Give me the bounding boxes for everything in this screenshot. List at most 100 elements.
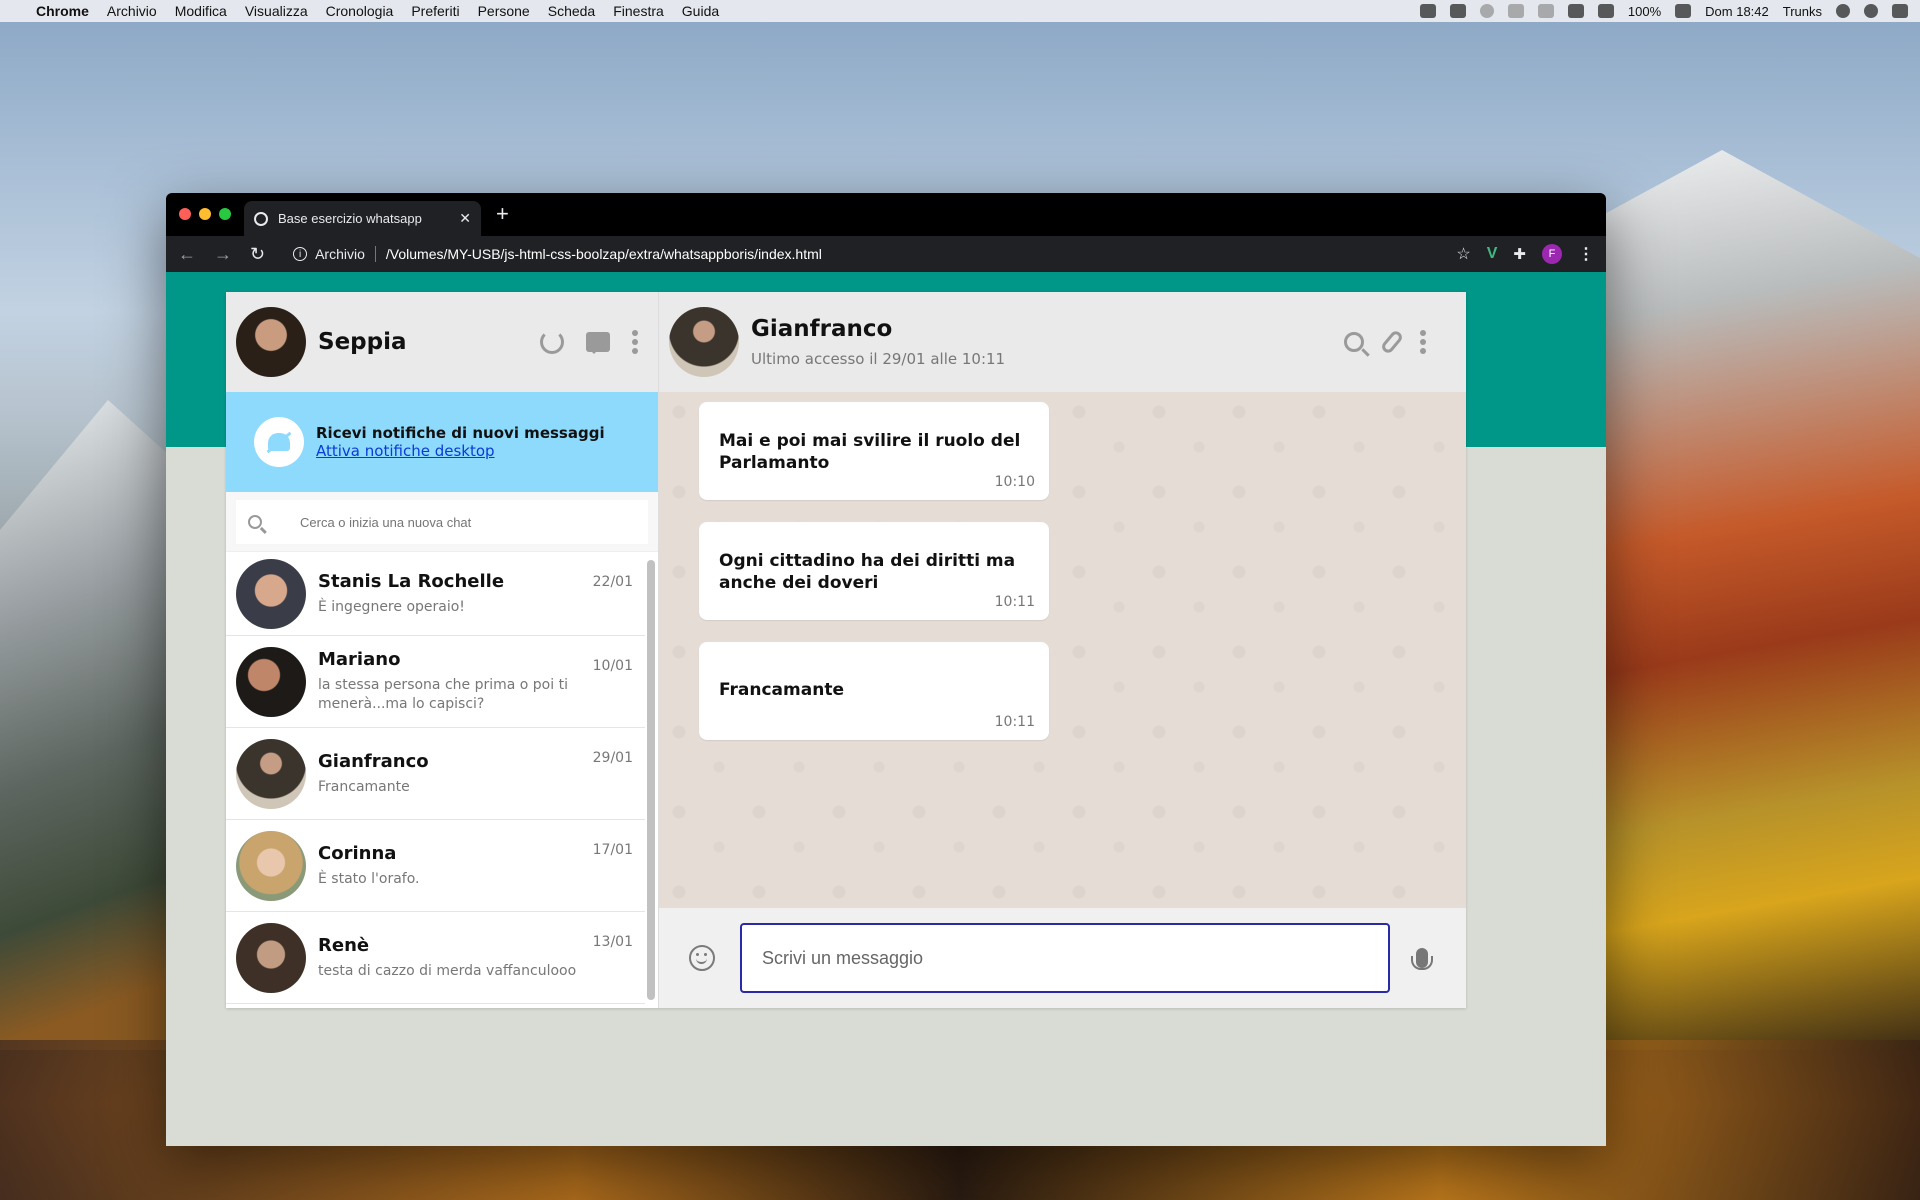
address-bar[interactable]: /Volumes/MY-USB/js-html-css-boolzap/extr… [386, 246, 822, 262]
sidebar-menu-icon[interactable] [632, 330, 638, 354]
siri-icon[interactable] [1864, 4, 1878, 18]
volume-icon[interactable] [1597, 4, 1614, 18]
zoom-window-button[interactable] [219, 208, 231, 220]
menu-app-name[interactable]: Chrome [36, 3, 89, 19]
bluetooth-icon[interactable] [1537, 4, 1554, 18]
menu-guida[interactable]: Guida [682, 3, 719, 19]
contact-avatar [236, 830, 306, 901]
chat-item-info: Stanis La Rochelle È ingegnere operaio! [318, 571, 593, 617]
chat-item-stanis[interactable]: Stanis La Rochelle È ingegnere operaio! … [226, 552, 645, 636]
chat-item-info: Corinna È stato l'orafo. [318, 843, 593, 889]
my-avatar[interactable] [236, 307, 306, 377]
notification-title: Ricevi notifiche di nuovi messaggi [316, 424, 605, 442]
browser-window: Base esercizio whatsapp ✕ + ← → ↻ i Arch… [166, 193, 1606, 1146]
sidebar-header-icons [540, 330, 638, 354]
menu-visualizza[interactable]: Visualizza [245, 3, 308, 19]
active-contact-info: Gianfranco Ultimo accesso il 29/01 alle … [751, 316, 1005, 368]
bookmark-star-icon[interactable]: ☆ [1456, 244, 1470, 264]
spotlight-icon[interactable] [1836, 4, 1850, 18]
search-messages-icon[interactable] [1344, 332, 1364, 352]
notification-center-icon[interactable] [1892, 4, 1908, 18]
menu-preferiti[interactable]: Preferiti [411, 3, 459, 19]
message-time: 10:11 [994, 714, 1035, 730]
menu-cronologia[interactable]: Cronologia [326, 3, 394, 19]
menu-modifica[interactable]: Modifica [175, 3, 227, 19]
tab-strip: Base esercizio whatsapp ✕ + [166, 193, 1606, 236]
status-area: 100% Dom 18:42 Trunks [1419, 3, 1908, 19]
menu-persone[interactable]: Persone [478, 3, 530, 19]
minimize-window-button[interactable] [199, 208, 211, 220]
chat-date: 10/01 [592, 658, 633, 674]
clock[interactable]: Dom 18:42 [1705, 4, 1769, 19]
url-separator [374, 246, 376, 262]
close-tab-icon[interactable]: ✕ [459, 210, 471, 227]
chat-item-corinna[interactable]: Corinna È stato l'orafo. 17/01 [226, 820, 645, 912]
battery-percent: 100% [1627, 3, 1662, 19]
last-seen-text: Ultimo accesso il 29/01 alle 10:11 [751, 350, 1006, 368]
conversation-menu-icon[interactable] [1420, 330, 1426, 354]
menu-finestra[interactable]: Finestra [613, 3, 664, 19]
message-area: Mai e poi mai svilire il ruolo del Parla… [659, 392, 1466, 908]
last-message-preview: la stessa persona che prima o poi ti men… [318, 677, 568, 712]
menu-archivio[interactable]: Archivio [107, 3, 157, 19]
conversation-panel: Gianfranco Ultimo accesso il 29/01 alle … [659, 292, 1466, 1008]
search-icon [248, 515, 262, 529]
last-message-preview: testa di cazzo di merda vaffanculooo [318, 962, 577, 979]
message-bubble: Francamante 10:11 [699, 642, 1049, 740]
battery-icon[interactable] [1675, 4, 1692, 18]
desktop-wallpaper-left [0, 400, 180, 1050]
browser-toolbar: ← → ↻ i Archivio /Volumes/MY-USB/js-html… [166, 236, 1606, 272]
tab-active[interactable]: Base esercizio whatsapp ✕ [244, 201, 481, 236]
message-input[interactable] [740, 923, 1390, 993]
contact-avatar [236, 558, 306, 629]
chat-item-rene[interactable]: Renè testa di cazzo di merda vaffanculoo… [226, 912, 645, 1004]
chat-date: 17/01 [592, 842, 633, 858]
extensions-icon[interactable]: ✚ [1513, 245, 1526, 263]
reload-icon[interactable]: ↻ [250, 244, 265, 265]
chat-item-gianfranco[interactable]: Gianfranco Francamante 29/01 [226, 728, 645, 820]
chat-date: 13/01 [592, 934, 633, 950]
message-bubble: Mai e poi mai svilire il ruolo del Parla… [699, 402, 1049, 500]
attach-icon[interactable] [1379, 328, 1405, 356]
microphone-icon[interactable] [1411, 948, 1433, 970]
chat-item-mariano[interactable]: Mariano la stessa persona che prima o po… [226, 636, 645, 728]
message-time: 10:11 [994, 594, 1035, 610]
user-name[interactable]: Trunks [1783, 4, 1822, 19]
enable-notifications-link[interactable]: Attiva notifiche desktop [316, 442, 605, 460]
vue-devtools-icon[interactable]: V [1487, 245, 1498, 263]
contact-avatar [236, 738, 306, 809]
chat-date: 29/01 [592, 750, 633, 766]
message-time: 10:10 [994, 474, 1035, 490]
chat-list-scrollbar[interactable] [647, 560, 655, 1000]
active-contact-avatar[interactable] [669, 307, 739, 377]
code-icon[interactable] [1507, 4, 1524, 18]
forward-icon[interactable]: → [214, 244, 232, 265]
contact-name: Renè [318, 934, 370, 956]
back-icon[interactable]: ← [178, 244, 196, 265]
new-chat-icon[interactable] [586, 332, 610, 354]
status-icon[interactable] [540, 330, 564, 354]
video-icon[interactable] [1449, 4, 1466, 18]
url-scheme-label[interactable]: Archivio [315, 246, 365, 262]
message-bubble: Ogni cittadino ha dei diritti ma anche d… [699, 522, 1049, 620]
sidebar: Seppia Ricevi notifiche di nuovi messagg… [226, 292, 659, 1008]
new-tab-icon[interactable]: + [496, 201, 509, 227]
conversation-header: Gianfranco Ultimo accesso il 29/01 alle … [659, 292, 1466, 392]
desktop-wallpaper-right [1590, 150, 1920, 1050]
message-text: Ogni cittadino ha dei diritti ma anche d… [719, 551, 1016, 594]
conversation-tools [1344, 328, 1426, 356]
contact-avatar [236, 922, 306, 993]
notification-texts: Ricevi notifiche di nuovi messaggi Attiv… [316, 424, 605, 460]
profile-avatar[interactable]: F [1542, 244, 1562, 264]
menu-scheda[interactable]: Scheda [548, 3, 595, 19]
close-window-button[interactable] [179, 208, 191, 220]
cloud-icon[interactable] [1419, 4, 1436, 18]
wifi-icon[interactable] [1567, 4, 1584, 18]
emoji-icon[interactable] [689, 945, 715, 971]
window-controls [179, 208, 231, 220]
browser-menu-icon[interactable]: ⋮ [1578, 244, 1594, 264]
chat-search-input[interactable] [300, 514, 580, 530]
info-icon[interactable]: i [293, 247, 308, 261]
chat-item-info: Renè testa di cazzo di merda vaffanculoo… [318, 935, 593, 981]
creative-cloud-icon[interactable] [1479, 4, 1494, 18]
